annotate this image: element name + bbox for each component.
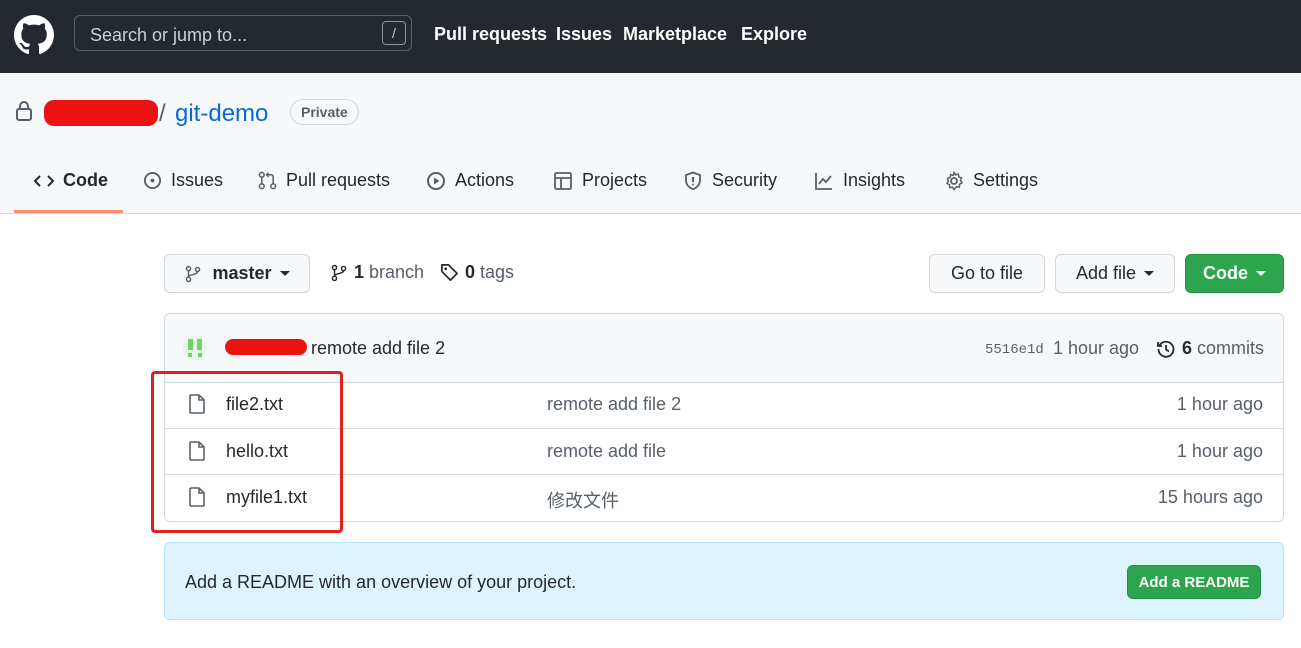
file-commit-message[interactable]: 修改文件 [547, 487, 619, 513]
tab-security[interactable]: Security [683, 170, 777, 191]
file-commit-time: 1 hour ago [1176, 441, 1263, 461]
branch-name: master [212, 263, 272, 283]
github-logo-icon[interactable] [14, 15, 54, 55]
commit-sha[interactable]: 5516e1d [985, 342, 1044, 358]
nav-pull-requests[interactable]: Pull requests [434, 24, 547, 45]
branch-select-button[interactable]: master [164, 254, 310, 293]
table-icon [554, 171, 572, 190]
go-to-file-button[interactable]: Go to file [929, 254, 1045, 293]
search-placeholder: Search or jump to... [90, 25, 248, 45]
commit-message[interactable]: remote add file 2 [311, 338, 445, 359]
git-branch-icon [331, 264, 347, 281]
tag-icon [441, 264, 458, 281]
history-icon [1157, 340, 1175, 358]
git-branch-icon [186, 265, 201, 282]
file-commit-message[interactable]: remote add file [547, 441, 666, 462]
tab-projects[interactable]: Projects [553, 170, 647, 191]
commit-time: 1 hour ago [1053, 338, 1140, 358]
lock-icon [16, 101, 32, 121]
issue-icon [143, 171, 162, 190]
repo-header [0, 73, 1301, 214]
search-input[interactable]: Search or jump to... / [74, 15, 412, 51]
visibility-badge: Private [290, 99, 359, 125]
file-commit-time: 15 hours ago [1157, 487, 1263, 507]
chevron-down-icon [279, 271, 290, 276]
chevron-down-icon [1144, 271, 1155, 276]
tab-projects-label: Projects [582, 170, 648, 190]
tab-pull-requests-label: Pull requests [286, 170, 391, 190]
branches-link[interactable]: 1 branch [330, 262, 424, 283]
add-file-label: Add file [1075, 263, 1137, 283]
branch-count: 1 [354, 262, 365, 282]
redacted-owner [44, 100, 158, 126]
commits-link[interactable]: 6 commits [1156, 338, 1264, 359]
search-shortcut-badge: / [382, 21, 406, 45]
tag-label: tags [480, 262, 515, 282]
tab-insights-label: Insights [843, 170, 906, 190]
avatar[interactable] [181, 334, 209, 362]
tag-count: 0 [465, 262, 476, 282]
branch-label: branch [369, 262, 425, 282]
readme-banner: Add a README with an overview of your pr… [164, 542, 1284, 620]
repo-separator: / [159, 100, 166, 127]
code-icon [34, 174, 54, 187]
annotation-highlight-box [151, 371, 343, 533]
nav-explore[interactable]: Explore [741, 24, 807, 45]
nav-issues[interactable]: Issues [556, 24, 612, 45]
chevron-down-icon [1256, 271, 1266, 276]
file-commit-message[interactable]: remote add file 2 [547, 394, 681, 415]
add-readme-button[interactable]: Add a README [1127, 565, 1261, 599]
shield-icon [685, 171, 701, 190]
file-commit-time: 1 hour ago [1176, 394, 1263, 414]
redacted-author [225, 339, 307, 355]
tab-settings[interactable]: Settings [944, 170, 1038, 191]
tab-issues-label: Issues [171, 170, 224, 190]
nav-marketplace[interactable]: Marketplace [623, 24, 727, 45]
code-button[interactable]: Code [1185, 254, 1284, 293]
tab-insights[interactable]: Insights [814, 170, 905, 191]
tab-pull-requests[interactable]: Pull requests [258, 170, 390, 191]
gear-icon [945, 170, 964, 191]
tags-link[interactable]: 0 tags [440, 262, 514, 283]
add-file-button[interactable]: Add file [1055, 254, 1175, 293]
graph-icon [815, 172, 832, 190]
tab-issues[interactable]: Issues [143, 170, 223, 191]
commit-count: 6 [1182, 338, 1193, 358]
global-header: Search or jump to... / Pull requests Iss… [0, 0, 1301, 73]
tab-actions-label: Actions [455, 170, 515, 190]
play-icon [427, 171, 445, 190]
active-tab-indicator [14, 210, 123, 213]
tab-code-label: Code [63, 170, 108, 190]
tab-actions[interactable]: Actions [426, 170, 514, 191]
tab-code[interactable]: Code [34, 170, 108, 191]
readme-prompt: Add a README with an overview of your pr… [185, 572, 577, 592]
tab-settings-label: Settings [973, 170, 1039, 190]
code-button-label: Code [1203, 263, 1248, 283]
pull-request-icon [258, 171, 277, 190]
commit-label: commits [1197, 338, 1265, 358]
tab-security-label: Security [712, 170, 778, 190]
repo-name-link[interactable]: git-demo [175, 100, 268, 128]
